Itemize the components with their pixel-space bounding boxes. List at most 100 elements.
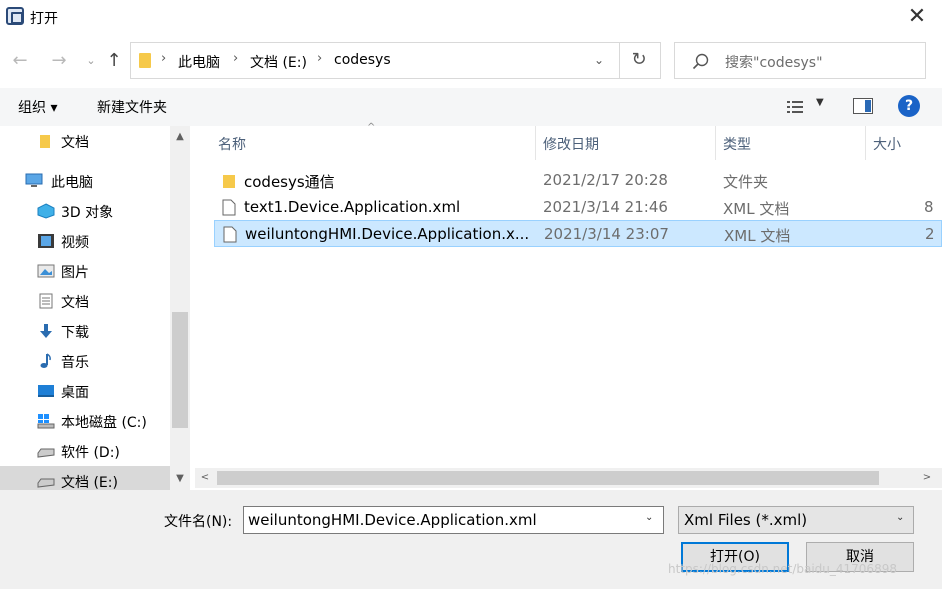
sidebar-item-drive-e[interactable]: 文档 (E:) xyxy=(0,466,170,490)
sidebar-item-label: 3D 对象 xyxy=(61,205,114,221)
sidebar-item-videos[interactable]: 视频 xyxy=(0,226,170,256)
sidebar-item-label: 文档 xyxy=(61,295,89,311)
sidebar-item-music[interactable]: 音乐 xyxy=(0,346,170,376)
breadcrumb-separator: › xyxy=(161,51,167,66)
search-placeholder: 搜索"codesys" xyxy=(725,55,823,71)
help-icon[interactable]: ? xyxy=(898,95,920,117)
sidebar-item-label: 音乐 xyxy=(61,355,89,371)
folder-icon xyxy=(40,135,50,148)
toolbar: 组织 ▾ 新建文件夹 ▼ ? xyxy=(0,88,942,126)
sidebar-item-drive-c[interactable]: 本地磁盘 (C:) xyxy=(0,406,170,436)
scroll-right-icon[interactable]: > xyxy=(917,468,937,488)
sidebar-item-drive-d[interactable]: 软件 (D:) xyxy=(0,436,170,466)
sidebar-item-label: 软件 (D:) xyxy=(61,445,120,461)
scroll-thumb[interactable] xyxy=(172,312,188,428)
app-icon xyxy=(6,7,24,25)
title-bar: 打开 ✕ xyxy=(0,0,942,36)
column-header-date[interactable]: 修改日期 xyxy=(543,134,599,154)
sidebar-item-pictures[interactable]: 图片 xyxy=(0,256,170,286)
watermark: https://blog.csdn.net/baidu_41706898 xyxy=(668,562,897,576)
organize-button[interactable]: 组织 ▾ xyxy=(18,97,57,117)
breadcrumb-drive-e[interactable]: 文档 (E:) xyxy=(250,52,307,72)
filename-value: weiluntongHMI.Device.Application.xml xyxy=(248,511,537,529)
column-divider[interactable] xyxy=(535,126,536,160)
table-row[interactable]: codesys通信 2021/2/17 20:28 文件夹 xyxy=(214,167,942,194)
recent-locations-chevron-icon[interactable]: ⌄ xyxy=(79,50,103,74)
search-input[interactable]: 搜索"codesys" xyxy=(674,42,926,79)
file-name: codesys通信 xyxy=(244,173,335,191)
3d-objects-icon xyxy=(37,203,55,219)
scroll-up-icon[interactable]: ▲ xyxy=(170,128,190,146)
file-date: 2021/2/17 20:28 xyxy=(543,171,668,189)
view-details-icon[interactable] xyxy=(786,99,804,115)
file-type: XML 文档 xyxy=(724,227,791,245)
sidebar-item-documents-quick[interactable]: 文档 xyxy=(0,126,170,156)
file-type: 文件夹 xyxy=(723,173,769,191)
filename-input[interactable]: weiluntongHMI.Device.Application.xml ⌄ xyxy=(243,506,664,534)
column-header-type[interactable]: 类型 xyxy=(723,134,751,154)
column-divider[interactable] xyxy=(865,126,866,160)
back-arrow-icon[interactable]: ← xyxy=(8,50,32,74)
window-title: 打开 xyxy=(30,11,58,27)
column-header-name[interactable]: 名称 xyxy=(218,134,246,154)
file-date: 2021/3/14 21:46 xyxy=(543,198,668,216)
close-button[interactable]: ✕ xyxy=(900,4,934,32)
sidebar-scrollbar[interactable]: ▲ ▼ xyxy=(170,126,190,490)
dialog-footer: 文件名(N): weiluntongHMI.Device.Application… xyxy=(0,490,942,589)
breadcrumb-codesys[interactable]: codesys xyxy=(334,52,391,68)
address-dropdown-icon[interactable]: ⌄ xyxy=(589,50,609,70)
sidebar-item-label: 本地磁盘 (C:) xyxy=(61,415,147,431)
sort-ascending-icon: ^ xyxy=(367,122,376,133)
table-row[interactable]: weiluntongHMI.Device.Application.x... 20… xyxy=(214,220,942,247)
file-size: 8 xyxy=(924,198,934,216)
sidebar-item-label: 桌面 xyxy=(61,385,89,401)
filetype-select[interactable]: Xml Files (*.xml) ⌄ xyxy=(678,506,914,534)
sidebar-item-downloads[interactable]: 下载 xyxy=(0,316,170,346)
file-date: 2021/3/14 23:07 xyxy=(544,225,669,243)
navigation-pane: 文档 此电脑 3D 对象 视频 图片 文档 下载 音乐 桌面 本地磁盘 (C:)… xyxy=(0,126,190,490)
drive-icon xyxy=(37,478,55,488)
divider xyxy=(619,43,620,78)
refresh-icon[interactable]: ↻ xyxy=(627,48,651,72)
filename-label: 文件名(N): xyxy=(164,514,233,530)
download-icon xyxy=(40,324,52,338)
sidebar-item-desktop[interactable]: 桌面 xyxy=(0,376,170,406)
up-arrow-icon[interactable]: ↑ xyxy=(102,50,126,74)
documents-icon xyxy=(39,293,53,309)
desktop-icon xyxy=(38,385,54,397)
sidebar-item-3d-objects[interactable]: 3D 对象 xyxy=(0,196,170,226)
horizontal-scrollbar[interactable]: < > xyxy=(195,468,942,488)
folder-icon xyxy=(139,53,151,68)
scroll-left-icon[interactable]: < xyxy=(195,468,215,488)
new-folder-button[interactable]: 新建文件夹 xyxy=(97,97,167,117)
table-row[interactable]: text1.Device.Application.xml 2021/3/14 2… xyxy=(214,194,942,221)
address-bar[interactable]: › 此电脑 › 文档 (E:) › codesys ⌄ ↻ xyxy=(130,42,661,79)
file-icon xyxy=(223,226,237,243)
file-type: XML 文档 xyxy=(723,200,790,218)
sidebar-item-label: 此电脑 xyxy=(51,175,93,191)
drive-c-icon xyxy=(37,414,55,429)
view-dropdown-icon[interactable]: ▼ xyxy=(816,97,824,108)
drive-icon xyxy=(37,448,55,458)
sidebar-item-documents[interactable]: 文档 xyxy=(0,286,170,316)
breadcrumb-this-pc[interactable]: 此电脑 xyxy=(178,52,220,72)
sidebar-item-label: 文档 (E:) xyxy=(61,475,118,490)
search-icon xyxy=(692,53,709,70)
folder-icon xyxy=(223,175,235,188)
chevron-down-icon[interactable]: ⌄ xyxy=(645,512,653,523)
sidebar-item-label: 文档 xyxy=(61,135,89,151)
column-divider[interactable] xyxy=(715,126,716,160)
scroll-down-icon[interactable]: ▼ xyxy=(170,470,190,488)
column-header-size[interactable]: 大小 xyxy=(873,134,901,154)
computer-icon xyxy=(25,173,43,187)
sidebar-item-label: 图片 xyxy=(61,265,89,281)
scroll-thumb[interactable] xyxy=(217,471,879,485)
sidebar-item-this-pc[interactable]: 此电脑 xyxy=(0,166,170,196)
breadcrumb-separator: › xyxy=(233,51,239,66)
breadcrumb-separator: › xyxy=(317,51,323,66)
file-size: 2 xyxy=(925,225,935,243)
file-name: text1.Device.Application.xml xyxy=(244,198,461,216)
preview-pane-icon[interactable] xyxy=(853,98,873,114)
chevron-down-icon: ⌄ xyxy=(896,512,905,523)
forward-arrow-icon[interactable]: → xyxy=(47,50,71,74)
